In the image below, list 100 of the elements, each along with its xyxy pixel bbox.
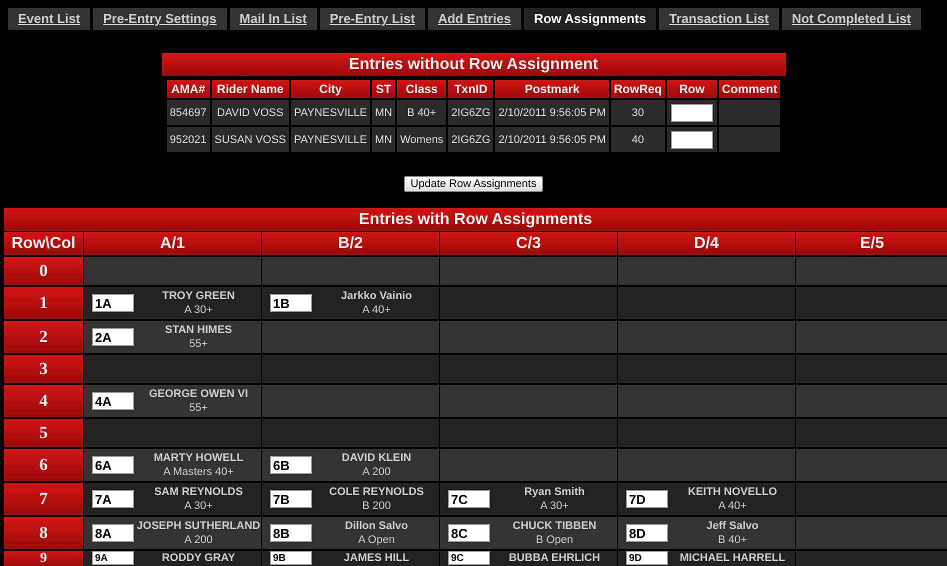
- row-number: 5: [4, 419, 83, 447]
- rider-class: A 40+: [362, 303, 391, 317]
- nav-tab[interactable]: Add Entries: [428, 8, 521, 30]
- nav-tab[interactable]: Row Assignments: [524, 8, 656, 30]
- rider-class: A 200: [362, 465, 391, 479]
- rider-class: B 40+: [718, 533, 748, 547]
- column-header: A/1: [84, 232, 261, 255]
- rider-name: STAN HIMES: [164, 323, 232, 337]
- column-header: D/4: [618, 232, 795, 255]
- table-cell: 40: [610, 127, 665, 152]
- row-number: 7: [4, 483, 83, 515]
- seat-input[interactable]: 9B: [270, 551, 312, 565]
- table-title: Entries without Row Assignment: [162, 53, 786, 76]
- row-number: 9: [4, 551, 83, 566]
- nav-tab[interactable]: Mail In List: [230, 8, 317, 30]
- table-cell: MN: [372, 127, 396, 152]
- rider-name: BUBBA EHRLICH: [508, 551, 600, 565]
- rider-name: SAM REYNOLDS: [154, 485, 243, 499]
- rider-class: B 200: [362, 499, 391, 513]
- seat-input[interactable]: 7A: [92, 490, 134, 508]
- rider-class: B Open: [536, 533, 574, 547]
- column-header: Row: [666, 80, 717, 98]
- table-cell: 2IG6ZG: [448, 127, 494, 152]
- comment-cell: [718, 100, 780, 125]
- rider-class: A 30+: [184, 499, 213, 513]
- seat-input[interactable]: 6A: [92, 456, 134, 474]
- row-number: 6: [4, 449, 83, 481]
- seat-input[interactable]: 9C: [448, 551, 490, 565]
- nav-tab[interactable]: Pre-Entry List: [320, 8, 425, 30]
- corner-header: Row\Col: [4, 232, 83, 255]
- column-header: TxnID: [448, 80, 494, 98]
- seat-input[interactable]: 7D: [626, 490, 668, 508]
- rider-class: A 30+: [540, 499, 569, 513]
- nav-tab[interactable]: Transaction List: [659, 8, 779, 30]
- seat-input[interactable]: 9A: [92, 551, 134, 565]
- row-number: 4: [4, 385, 83, 417]
- rider-class: A Open: [358, 533, 395, 547]
- rider-name: MARTY HOWELL: [154, 451, 244, 465]
- table-cell: 952021: [166, 127, 210, 152]
- rider-name: JAMES HILL: [344, 551, 410, 565]
- row-number: 0: [4, 257, 83, 285]
- rider-name: Ryan Smith: [524, 485, 585, 499]
- seat-input[interactable]: 2A: [92, 328, 134, 346]
- rider-class: 55+: [189, 337, 208, 351]
- nav-tab[interactable]: Not Completed List: [782, 8, 922, 30]
- update-button[interactable]: Update Row Assignments: [404, 176, 544, 192]
- seat-input[interactable]: 7C: [448, 490, 490, 508]
- seat-input[interactable]: 7B: [270, 490, 312, 508]
- seat-input[interactable]: 6B: [270, 456, 312, 474]
- column-header: Comment: [718, 80, 780, 98]
- rider-name: CHUCK TIBBEN: [512, 519, 596, 533]
- rider-class: A Masters 40+: [163, 465, 234, 479]
- table-title: Entries with Row Assignments: [4, 208, 947, 231]
- seat-input[interactable]: 8A: [92, 524, 134, 542]
- seat-input[interactable]: 8B: [270, 524, 312, 542]
- column-header: Class: [397, 80, 446, 98]
- column-header: Rider Name: [212, 80, 290, 98]
- table-cell: 2/10/2011 9:56:05 PM: [495, 127, 609, 152]
- seat-input[interactable]: 1B: [270, 294, 312, 312]
- table-cell: 30: [610, 100, 665, 125]
- comment-cell: [718, 127, 780, 152]
- seat-input[interactable]: 1A: [92, 294, 134, 312]
- column-header: C/3: [440, 232, 617, 255]
- seat-input[interactable]: 8C: [448, 524, 490, 542]
- row-number: 8: [4, 517, 83, 549]
- column-header: AMA#: [166, 80, 210, 98]
- rider-name: Jarkko Vainio: [341, 289, 412, 303]
- row-input[interactable]: [670, 130, 713, 148]
- seat-input[interactable]: 8D: [626, 524, 668, 542]
- rider-class: A 30+: [184, 303, 213, 317]
- rider-name: Dillon Salvo: [345, 519, 408, 533]
- rider-class: A 40+: [718, 499, 747, 513]
- column-header: City: [291, 80, 370, 98]
- table-cell: 854697: [166, 100, 210, 125]
- nav-tab[interactable]: Pre-Entry Settings: [93, 8, 227, 30]
- row-number: 2: [4, 321, 83, 353]
- column-header: RowReq: [610, 80, 665, 98]
- rider-name: DAVID KLEIN: [342, 451, 412, 465]
- rider-class: 55+: [189, 401, 208, 415]
- row-input[interactable]: [670, 104, 713, 122]
- seat-input[interactable]: 4A: [92, 392, 134, 410]
- rider-name: RODDY GRAY: [162, 551, 236, 565]
- nav-tab[interactable]: Event List: [8, 8, 90, 30]
- column-header: ST: [372, 80, 396, 98]
- table-cell: PAYNESVILLE: [291, 127, 370, 152]
- row-number: 1: [4, 287, 83, 319]
- rider-name: TROY GREEN: [162, 289, 235, 303]
- table-cell: 2/10/2011 9:56:05 PM: [495, 100, 609, 125]
- table-cell: Womens: [397, 127, 446, 152]
- rider-name: GEORGE OWEN VI: [148, 387, 248, 401]
- table-cell: 2IG6ZG: [448, 100, 494, 125]
- rider-name: JOSEPH SUTHERLAND: [136, 519, 260, 533]
- column-header: E/5: [796, 232, 947, 255]
- rider-class: A 200: [184, 533, 213, 547]
- seat-input[interactable]: 9D: [626, 551, 668, 565]
- column-header: Postmark: [495, 80, 609, 98]
- row-number: 3: [4, 355, 83, 383]
- table-cell: PAYNESVILLE: [291, 100, 370, 125]
- table-cell: B 40+: [397, 100, 446, 125]
- table-cell: SUSAN VOSS: [212, 127, 290, 152]
